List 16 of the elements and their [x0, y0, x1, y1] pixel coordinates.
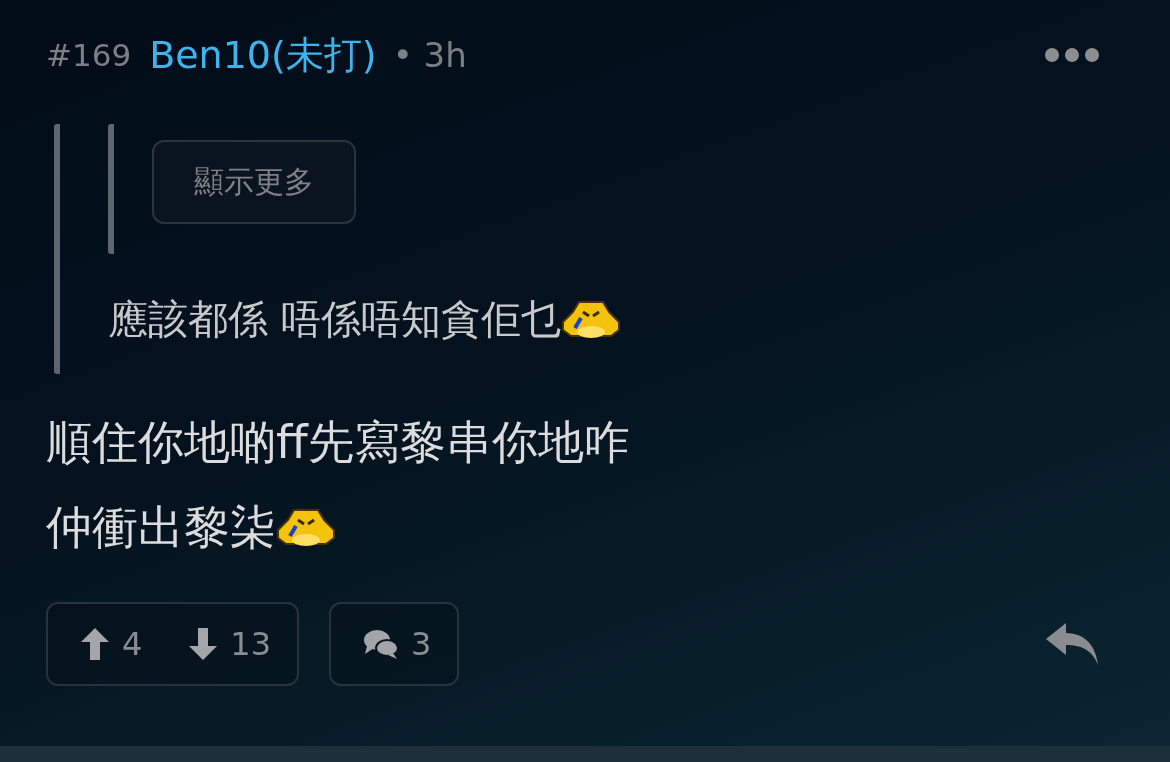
comment-text: 仲衝出黎柒	[46, 499, 276, 556]
post-time: • 3h	[392, 35, 467, 75]
post-number: #169	[46, 37, 132, 73]
upvote-icon[interactable]	[80, 627, 110, 661]
more-options-icon[interactable]	[1044, 47, 1100, 63]
upvote-count: 4	[122, 625, 143, 663]
comments-button[interactable]: 3	[329, 602, 460, 686]
comment-count: 3	[411, 625, 432, 663]
quote-text: 應該都係 唔係唔知貪佢乜	[108, 295, 561, 344]
speech-bubbles-icon	[363, 628, 400, 660]
show-more-button[interactable]: 顯示更多	[152, 140, 356, 224]
author-name[interactable]: Ben10(未打)	[149, 29, 377, 81]
comment-text: 順住你地啲ff先寫黎串你地咋	[46, 414, 630, 471]
reply-icon[interactable]	[1044, 621, 1100, 667]
downvote-icon[interactable]	[188, 627, 219, 661]
downvote-count: 13	[230, 625, 272, 663]
